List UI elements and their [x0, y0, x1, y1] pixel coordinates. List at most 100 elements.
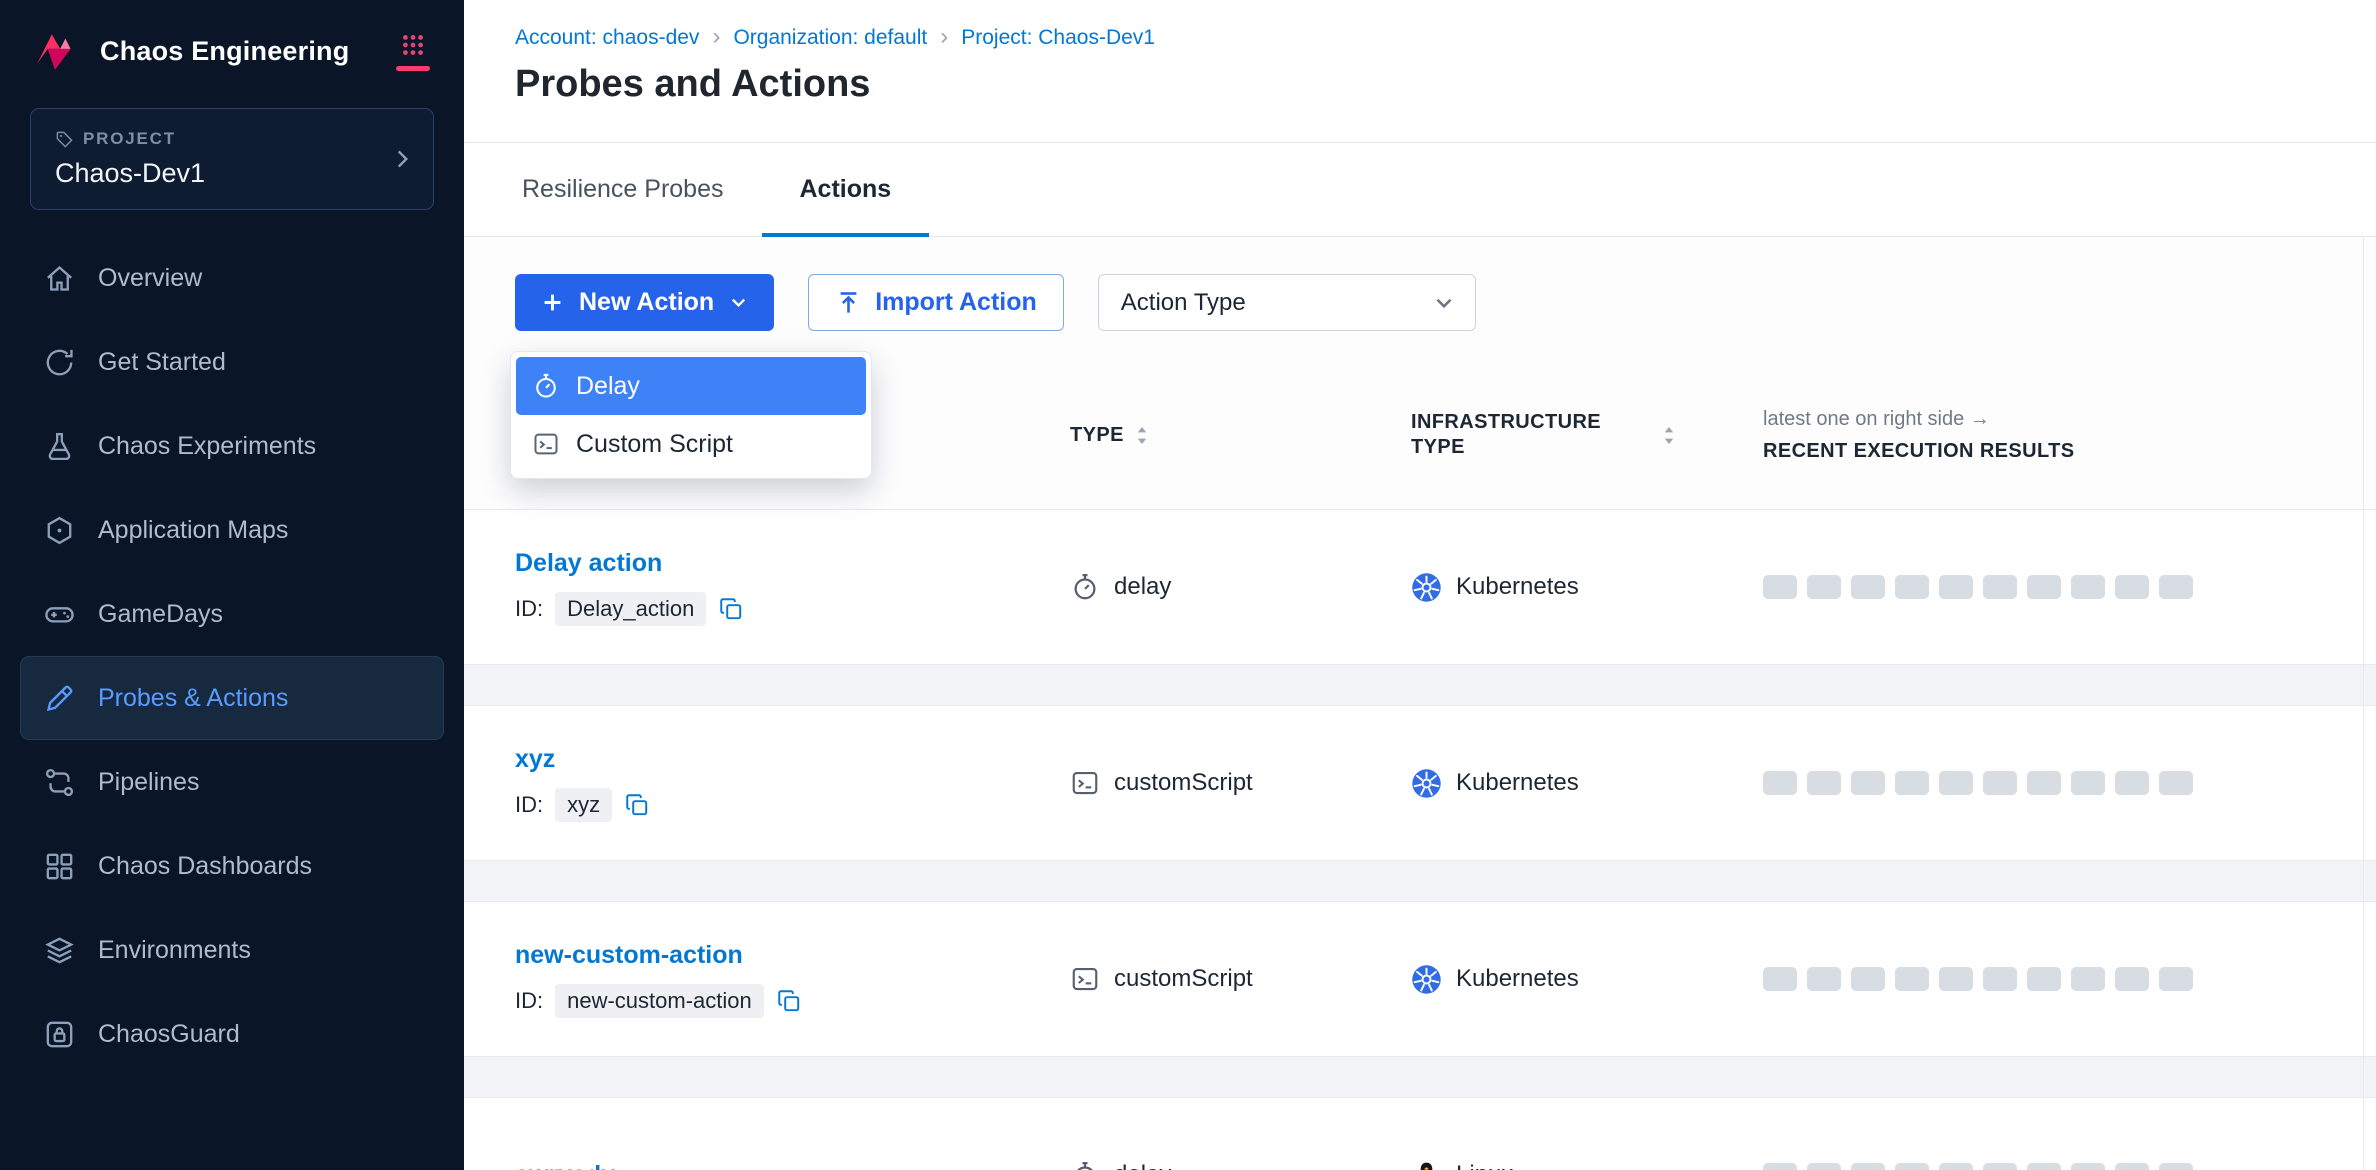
- execution-result-placeholder: [2159, 771, 2193, 795]
- recent-execution-results-cell: [1763, 771, 2336, 795]
- execution-result-placeholder: [1851, 575, 1885, 599]
- sidebar-item-environments[interactable]: Environments: [20, 908, 444, 992]
- action-type-cell: delay: [1070, 572, 1411, 602]
- infrastructure-type-cell: Kubernetes: [1411, 572, 1763, 603]
- execution-result-placeholder: [2159, 575, 2193, 599]
- execution-result-placeholder: [2115, 1163, 2149, 1170]
- sidebar-item-chaos-experiments[interactable]: Chaos Experiments: [20, 404, 444, 488]
- sidebar-item-chaosguard[interactable]: ChaosGuard: [20, 992, 444, 1076]
- pipelines-icon: [43, 766, 76, 799]
- toolbar: New Action Import Action Action Type: [515, 274, 2336, 331]
- action-name-link[interactable]: xyz: [515, 745, 555, 774]
- execution-result-placeholder: [1983, 575, 2017, 599]
- recent-execution-results-cell: [1763, 967, 2336, 991]
- sidebar-item-pipelines[interactable]: Pipelines: [20, 740, 444, 824]
- execution-result-placeholder: [1807, 967, 1841, 991]
- infrastructure-type-cell: Kubernetes: [1411, 964, 1763, 995]
- execution-result-placeholder: [2159, 1163, 2193, 1170]
- action-type-cell: customScript: [1070, 768, 1411, 798]
- execution-result-placeholder: [1807, 771, 1841, 795]
- table-row: new-custom-action ID: new-custom-action …: [464, 901, 2376, 1057]
- sidebar-item-overview[interactable]: Overview: [20, 236, 444, 320]
- action-id-line: ID: xyz: [515, 788, 1070, 822]
- new-action-button[interactable]: New Action: [515, 274, 774, 331]
- import-action-button[interactable]: Import Action: [808, 274, 1064, 331]
- execution-result-placeholder: [2027, 771, 2061, 795]
- execution-result-placeholder: [2027, 575, 2061, 599]
- sidebar-item-application-maps[interactable]: Application Maps: [20, 488, 444, 572]
- linux-icon: [1411, 1160, 1442, 1170]
- execution-result-placeholder: [1763, 771, 1797, 795]
- plus-icon: [539, 289, 566, 316]
- execution-result-placeholder: [1851, 1163, 1885, 1170]
- breadcrumb-account-link[interactable]: Account: chaos-dev: [515, 26, 699, 50]
- infrastructure-type-cell: Kubernetes: [1411, 768, 1763, 799]
- kubernetes-icon: [1411, 572, 1442, 603]
- execution-result-placeholder: [2071, 967, 2105, 991]
- tabs: Resilience Probes Actions: [464, 143, 2376, 237]
- module-accent-bar: [396, 66, 430, 71]
- probe-pencil-icon: [43, 682, 76, 715]
- execution-result-placeholder: [2115, 967, 2149, 991]
- sidebar-item-get-started[interactable]: Get Started: [20, 320, 444, 404]
- execution-result-placeholder: [1939, 575, 1973, 599]
- page-title: Probes and Actions: [515, 63, 2336, 106]
- tab-resilience-probes[interactable]: Resilience Probes: [484, 143, 762, 236]
- script-icon: [1070, 964, 1100, 994]
- chevron-right-icon: [389, 146, 415, 172]
- sidebar-nav: Overview Get Started Chaos Experiments A…: [0, 236, 464, 1076]
- action-id-chip: new-custom-action: [555, 984, 764, 1018]
- main-area: Account: chaos-dev › Organization: defau…: [464, 0, 2376, 1170]
- execution-result-placeholder: [1895, 1163, 1929, 1170]
- flask-icon: [43, 430, 76, 463]
- module-switcher-grid-icon[interactable]: [396, 32, 430, 71]
- execution-result-placeholder: [1939, 1163, 1973, 1170]
- script-icon: [532, 430, 560, 458]
- stopwatch-icon: [1070, 1160, 1100, 1170]
- sidebar-item-probes-actions[interactable]: Probes & Actions: [20, 656, 444, 740]
- environments-icon: [43, 934, 76, 967]
- stopwatch-icon: [1070, 572, 1100, 602]
- new-action-dropdown-menu: Delay Custom Script: [510, 351, 872, 479]
- execution-result-placeholder: [1983, 1163, 2017, 1170]
- execution-result-placeholder: [1895, 771, 1929, 795]
- gamepad-icon: [43, 598, 76, 631]
- action-type-cell: customScript: [1070, 964, 1411, 994]
- breadcrumb-organization-link[interactable]: Organization: default: [733, 26, 927, 50]
- breadcrumb-separator: ›: [712, 25, 720, 49]
- tag-icon: [55, 130, 74, 149]
- copy-icon[interactable]: [718, 596, 744, 622]
- project-label: PROJECT: [55, 129, 377, 149]
- sort-icon[interactable]: [1663, 426, 1676, 445]
- action-id-chip: xyz: [555, 788, 612, 822]
- sidebar-item-chaos-dashboards[interactable]: Chaos Dashboards: [20, 824, 444, 908]
- execution-result-placeholder: [1807, 1163, 1841, 1170]
- project-selector[interactable]: PROJECT Chaos-Dev1: [30, 108, 434, 210]
- import-icon: [835, 289, 862, 316]
- stopwatch-icon: [532, 372, 560, 400]
- action-name-link[interactable]: Delay action: [515, 549, 662, 578]
- sidebar-item-gamedays[interactable]: GameDays: [20, 572, 444, 656]
- tab-actions[interactable]: Actions: [762, 143, 930, 236]
- action-name-link[interactable]: awrvadv: [515, 1161, 615, 1170]
- sidebar-header: Chaos Engineering: [0, 0, 464, 98]
- chaosguard-lock-icon: [43, 1018, 76, 1051]
- menu-item-delay[interactable]: Delay: [516, 357, 866, 415]
- execution-result-placeholder: [1763, 575, 1797, 599]
- copy-icon[interactable]: [624, 792, 650, 818]
- execution-result-placeholder: [1763, 967, 1797, 991]
- action-id-chip: Delay_action: [555, 592, 706, 626]
- home-icon: [43, 262, 76, 295]
- execution-result-placeholder: [2071, 575, 2105, 599]
- execution-result-placeholder: [1939, 967, 1973, 991]
- sort-icon[interactable]: [1136, 426, 1149, 445]
- menu-item-custom-script[interactable]: Custom Script: [516, 415, 866, 473]
- action-name-link[interactable]: new-custom-action: [515, 941, 743, 970]
- recent-execution-results-cell: [1763, 575, 2336, 599]
- chevron-down-icon: [727, 291, 750, 314]
- execution-result-placeholder: [1983, 771, 2017, 795]
- action-type-select[interactable]: Action Type: [1098, 274, 1476, 331]
- chevron-down-icon: [1431, 290, 1457, 316]
- breadcrumb-project-link[interactable]: Project: Chaos-Dev1: [961, 26, 1155, 50]
- copy-icon[interactable]: [776, 988, 802, 1014]
